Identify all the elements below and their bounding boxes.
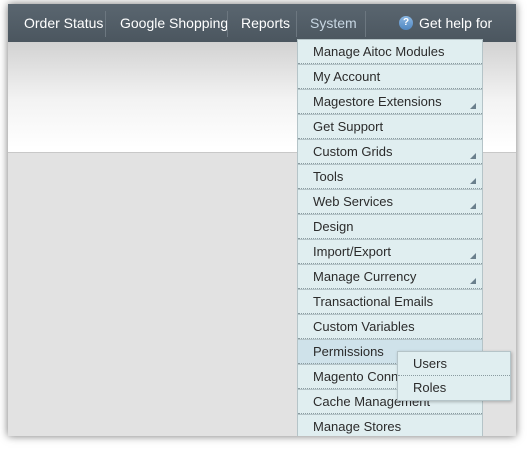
submenu-arrow-icon [470, 178, 476, 184]
menu-item-label: Manage Aitoc Modules [313, 44, 445, 59]
menu-item-label: Manage Stores [313, 419, 402, 434]
submenu-arrow-icon [470, 153, 476, 159]
top-navigation-bar: Order Status Google Shopping Reports Sys… [8, 4, 516, 42]
submenu-arrow-icon [470, 278, 476, 284]
menu-item-label: My Account [313, 69, 381, 84]
menu-item-manage-currency[interactable]: Manage Currency [297, 265, 483, 290]
menu-item-tools[interactable]: Tools [297, 165, 483, 190]
submenu-arrow-icon [470, 103, 476, 109]
nav-separator [296, 11, 297, 37]
submenu-item-users[interactable]: Users [398, 352, 510, 376]
submenu-arrow-icon [470, 203, 476, 209]
nav-order-status[interactable]: Order Status [24, 4, 103, 42]
menu-item-import-export[interactable]: Import/Export [297, 240, 483, 265]
menu-item-label: Custom Grids [313, 144, 393, 159]
menu-item-label: Import/Export [313, 244, 392, 259]
submenu-arrow-icon [470, 253, 476, 259]
nav-google-shopping[interactable]: Google Shopping [120, 4, 228, 42]
help-circle-icon[interactable]: ? [399, 16, 413, 30]
menu-item-label: Manage Currency [313, 269, 417, 284]
menu-item-transactional-emails[interactable]: Transactional Emails [297, 290, 483, 315]
menu-item-design[interactable]: Design [297, 215, 483, 240]
submenu-item-roles[interactable]: Roles [398, 376, 510, 400]
nav-separator [105, 11, 106, 37]
menu-item-label: Get Support [313, 119, 384, 134]
menu-item-custom-variables[interactable]: Custom Variables [297, 315, 483, 340]
menu-item-label: Transactional Emails [313, 294, 434, 309]
nav-separator [365, 11, 366, 37]
menu-item-label: Permissions [313, 344, 384, 359]
menu-item-label: Custom Variables [313, 319, 415, 334]
menu-item-custom-grids[interactable]: Custom Grids [297, 140, 483, 165]
menu-item-label: Magestore Extensions [313, 94, 442, 109]
menu-item-web-services[interactable]: Web Services [297, 190, 483, 215]
nav-system[interactable]: System [310, 4, 357, 42]
menu-item-my-account[interactable]: My Account [297, 65, 483, 90]
nav-get-help[interactable]: Get help for [419, 4, 492, 42]
menu-item-manage-aitoc-modules[interactable]: Manage Aitoc Modules [297, 39, 483, 65]
permissions-submenu: Users Roles [397, 351, 511, 401]
menu-item-label: Tools [313, 169, 344, 184]
menu-item-manage-stores[interactable]: Manage Stores [297, 415, 483, 436]
menu-item-label: Web Services [313, 194, 393, 209]
admin-window: Order Status Google Shopping Reports Sys… [8, 4, 516, 436]
menu-item-label: Design [313, 219, 354, 234]
menu-item-get-support[interactable]: Get Support [297, 115, 483, 140]
nav-reports[interactable]: Reports [241, 4, 290, 42]
nav-separator [227, 11, 228, 37]
menu-item-magestore-extensions[interactable]: Magestore Extensions [297, 90, 483, 115]
